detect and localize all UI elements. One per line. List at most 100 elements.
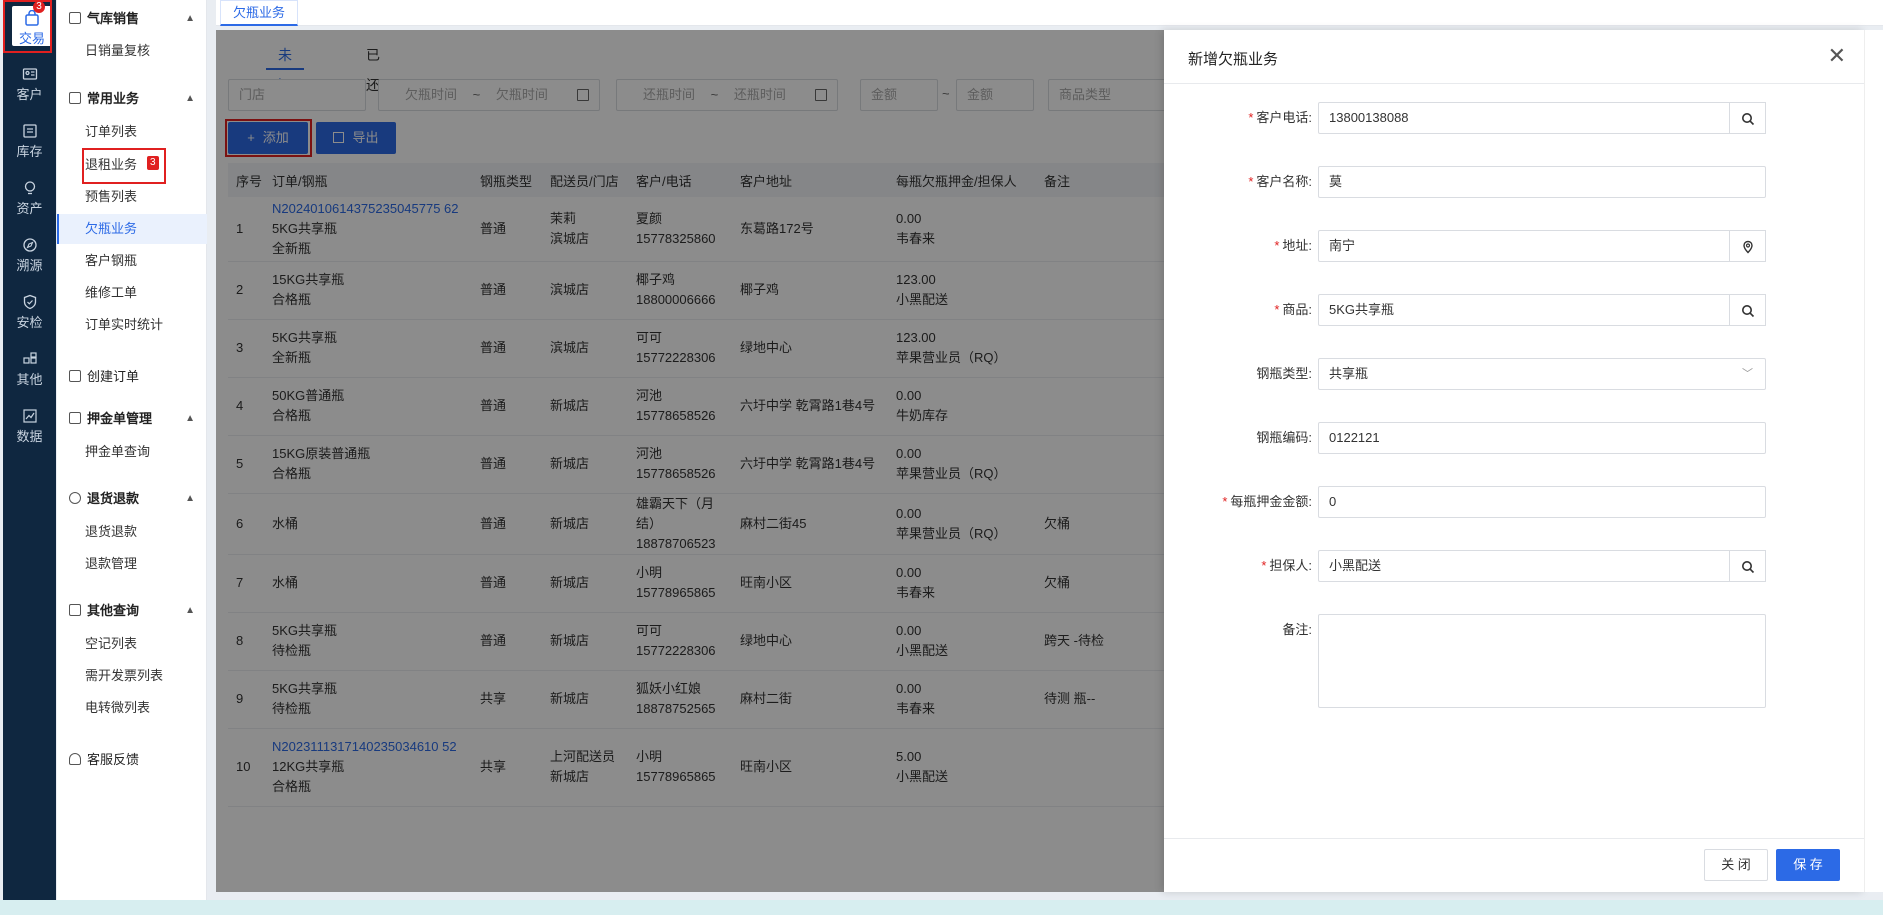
- cylinder-code-input[interactable]: 0122121: [1318, 422, 1766, 454]
- field-customer-phone: * 客户电话: 13800138088: [1164, 102, 1864, 134]
- chart-icon: [22, 408, 38, 424]
- field-deposit: * 每瓶押金金额: 0: [1164, 486, 1864, 518]
- list-icon: [69, 92, 81, 104]
- save-button[interactable]: 保 存: [1776, 849, 1840, 881]
- field-cylinder-type: 钢瓶类型: 共享瓶 ﹀: [1164, 358, 1864, 390]
- menu-item-repair[interactable]: 维修工单: [57, 278, 207, 308]
- goods-input[interactable]: 5KG共享瓶: [1318, 294, 1730, 326]
- search-icon: [1741, 112, 1754, 125]
- menu-item-refund-manage[interactable]: 退款管理: [57, 549, 207, 579]
- rail-label-assets: 资产: [16, 201, 43, 216]
- rent-return-badge: 3: [147, 156, 159, 170]
- menu-group-label: 押金单管理: [87, 411, 153, 426]
- menu-group-label: 创建订单: [87, 369, 140, 384]
- menu-item-deposit-query[interactable]: 押金单查询: [57, 437, 207, 467]
- rail-item-customer[interactable]: 客户: [3, 60, 56, 108]
- menu-group-label: 其他查询: [87, 603, 140, 618]
- field-note: 备注:: [1164, 614, 1864, 708]
- address-input[interactable]: 南宁: [1318, 230, 1730, 262]
- rail-item-trace[interactable]: 溯源: [3, 231, 56, 279]
- menu-group-label: 常用业务: [87, 91, 140, 106]
- field-cylinder-code: 钢瓶编码: 0122121: [1164, 422, 1864, 454]
- cylinder-type-label: 钢瓶类型:: [1256, 366, 1312, 381]
- close-button[interactable]: 关 闭: [1704, 849, 1768, 881]
- menu-item-orders[interactable]: 订单列表: [57, 117, 207, 147]
- menu-item-presale[interactable]: 预售列表: [57, 182, 207, 212]
- search-icon: [1741, 560, 1754, 573]
- menu-item-owed-cylinders[interactable]: 欠瓶业务: [57, 214, 207, 244]
- chevron-up-icon: ▲: [185, 605, 195, 616]
- drawer-header: 新增欠瓶业务 ✕: [1164, 30, 1864, 84]
- rail-item-data[interactable]: 数据: [3, 402, 56, 450]
- menu-item-customer-cylinders[interactable]: 客户钢瓶: [57, 246, 207, 276]
- menu-group-other-query[interactable]: 其他查询 ▲: [57, 596, 207, 626]
- app-root: 交易 客户 库存 资产 溯源 安检 其他 数据 3 气库销售 ▲ 日销量复核 常…: [0, 0, 1883, 915]
- menu-group-gas-sales[interactable]: 气库销售 ▲: [57, 4, 207, 34]
- plus-square-icon: [69, 370, 81, 382]
- menu-item-empty-records[interactable]: 空记列表: [57, 629, 207, 659]
- menu-group-feedback[interactable]: 客服反馈: [57, 745, 207, 775]
- phone-label: * 客户电话:: [1248, 110, 1312, 125]
- close-icon[interactable]: ✕: [1828, 44, 1846, 68]
- chevron-up-icon: ▲: [185, 493, 195, 504]
- customer-phone-input[interactable]: 13800138088: [1318, 102, 1730, 134]
- drawer-footer: 关 闭 保 存: [1164, 838, 1864, 892]
- goods-label: * 商品:: [1274, 302, 1312, 317]
- rail-label-safety: 安检: [16, 315, 43, 330]
- drawer-title: 新增欠瓶业务: [1188, 51, 1279, 68]
- add-owed-drawer: 新增欠瓶业务 ✕ * 客户电话: 13800138088 * 客户名称: 莫 * 地址…: [1164, 30, 1864, 892]
- page-tab-owed-cylinders[interactable]: 欠瓶业务: [220, 0, 299, 26]
- deposit-input[interactable]: 0: [1318, 486, 1766, 518]
- id-card-icon: [22, 66, 38, 82]
- rail-label-other: 其他: [16, 372, 43, 387]
- rail-item-assets[interactable]: 资产: [3, 174, 56, 222]
- field-address: * 地址: 南宁: [1164, 230, 1864, 262]
- rail-item-inventory[interactable]: 库存: [3, 117, 56, 165]
- bottom-bar: [0, 900, 1883, 915]
- cylinder-type-select[interactable]: 共享瓶 ﹀: [1318, 358, 1766, 390]
- menu-group-create-order[interactable]: 创建订单: [57, 362, 207, 392]
- secondary-menu: 气库销售 ▲ 日销量复核 常用业务 ▲ 订单列表 退租业务 预售列表 欠瓶业务 客户…: [57, 0, 207, 900]
- menu-item-e-to-wechat[interactable]: 电转微列表: [57, 693, 207, 723]
- menu-group-label: 客服反馈: [87, 752, 140, 767]
- primary-rail: 交易 客户 库存 资产 溯源 安检 其他 数据: [3, 0, 56, 900]
- menu-group-common[interactable]: 常用业务 ▲: [57, 84, 207, 114]
- rail-item-safety[interactable]: 安检: [3, 288, 56, 336]
- rail-label-customer: 客户: [16, 87, 43, 102]
- bulb-icon: [22, 180, 38, 196]
- note-textarea[interactable]: [1318, 614, 1766, 708]
- guarantor-search-button[interactable]: [1729, 550, 1766, 582]
- field-guarantor: * 担保人: 小黑配送: [1164, 550, 1864, 582]
- menu-item-invoice-list[interactable]: 需开发票列表: [57, 661, 207, 691]
- goods-search-button[interactable]: [1729, 294, 1766, 326]
- inventory-icon: [22, 123, 38, 139]
- field-customer-name: * 客户名称: 莫: [1164, 166, 1864, 198]
- location-pin-icon: [1742, 240, 1753, 254]
- trade-count-badge: 3: [33, 1, 45, 13]
- rail-label-data: 数据: [16, 429, 43, 444]
- compass-icon: [22, 237, 38, 253]
- menu-item-daily-review[interactable]: 日销量复核: [57, 36, 207, 66]
- query-icon: [69, 604, 81, 616]
- name-label: * 客户名称:: [1248, 174, 1312, 189]
- menu-group-label: 气库销售: [87, 11, 140, 26]
- menu-group-refund[interactable]: 退货退款 ▲: [57, 484, 207, 514]
- customer-name-input[interactable]: 莫: [1318, 166, 1766, 198]
- guarantor-input[interactable]: 小黑配送: [1318, 550, 1730, 582]
- chevron-up-icon: ▲: [185, 13, 195, 24]
- menu-item-return-refund[interactable]: 退货退款: [57, 517, 207, 547]
- rail-label-trace: 溯源: [16, 258, 43, 273]
- deposit-label: * 每瓶押金金额:: [1222, 494, 1312, 509]
- menu-item-realtime-stats[interactable]: 订单实时统计: [57, 310, 207, 340]
- rail-item-other[interactable]: 其他: [3, 345, 56, 393]
- field-goods: * 商品: 5KG共享瓶: [1164, 294, 1864, 326]
- phone-search-button[interactable]: [1729, 102, 1766, 134]
- search-icon: [1741, 304, 1754, 317]
- menu-group-label: 退货退款: [87, 491, 140, 506]
- chevron-up-icon: ▲: [185, 93, 195, 104]
- location-button[interactable]: [1729, 230, 1766, 262]
- address-label: * 地址:: [1274, 238, 1312, 253]
- menu-group-deposit[interactable]: 押金单管理 ▲: [57, 404, 207, 434]
- headset-icon: [69, 753, 81, 765]
- page-tab-strip: 欠瓶业务: [216, 0, 1883, 26]
